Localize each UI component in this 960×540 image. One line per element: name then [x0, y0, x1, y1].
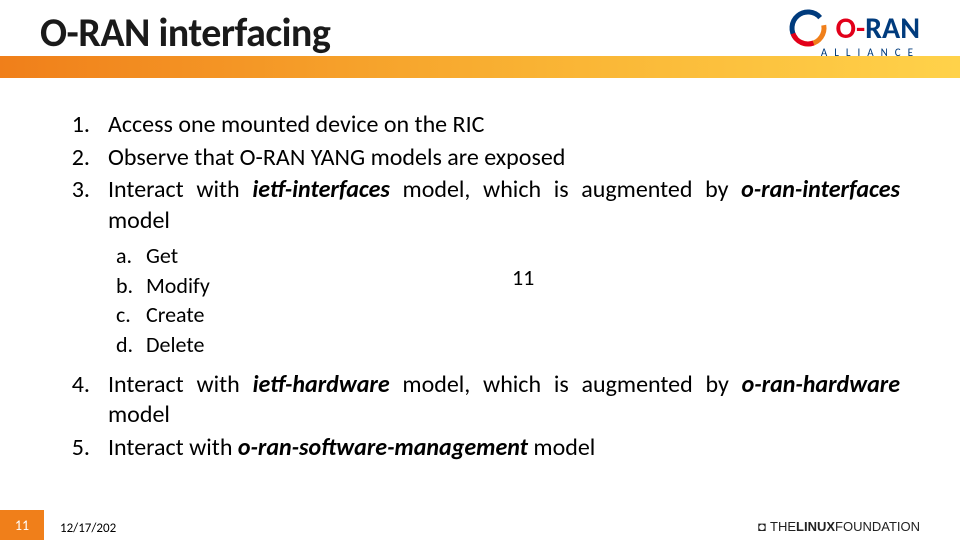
sub-item: c.Create [116, 300, 900, 330]
page-number: 11 [0, 510, 44, 540]
slide-title: O-RAN interfacing [40, 8, 330, 57]
sub-item: b.Modify [116, 271, 900, 301]
item-number: 2. [68, 143, 108, 174]
logo-row: O-RAN [786, 6, 920, 50]
sub-item: d.Delete [116, 330, 900, 360]
list-item: 4. Interact with ietf-hardware model, wh… [68, 370, 900, 431]
item-number: 3. [68, 175, 108, 236]
footer-date: 12/17/202 [60, 521, 116, 536]
stray-number: 11 [512, 264, 534, 291]
main-list: 1. Access one mounted device on the RIC … [68, 110, 900, 237]
sub-item: a.Get [116, 241, 900, 271]
item-number: 4. [68, 370, 108, 431]
linux-foundation-logo: ◘ THELINUXFOUNDATION [758, 519, 920, 534]
footer: 11 12/17/202 ◘ THELINUXFOUNDATION [0, 510, 960, 540]
sub-letter: a. [116, 241, 146, 271]
item-number: 1. [68, 110, 108, 141]
list-item: 5. Interact with o-ran-software-manageme… [68, 433, 900, 464]
item-number: 5. [68, 433, 108, 464]
item-text: Observe that O-RAN YANG models are expos… [108, 143, 900, 174]
sub-text: Create [146, 300, 204, 330]
sub-text: Get [146, 241, 178, 271]
list-item: 2. Observe that O-RAN YANG models are ex… [68, 143, 900, 174]
item-text: Interact with ietf-hardware model, which… [108, 370, 900, 431]
sub-list: a.Get b.Modify c.Create d.Delete [116, 241, 900, 360]
lf-square-icon: ◘ [758, 519, 766, 534]
item-text: Access one mounted device on the RIC [108, 110, 900, 141]
header-gradient-bar [0, 56, 960, 78]
logo-dash: - [856, 10, 865, 47]
slide: O-RAN interfacing O-RAN ALLIANCE 1. Acce… [0, 0, 960, 540]
lf-found: FOUNDATION [835, 519, 920, 534]
sub-letter: c. [116, 300, 146, 330]
oran-logo: O-RAN ALLIANCE [786, 6, 920, 59]
lf-linux: LINUX [796, 519, 835, 534]
main-list-cont: 4. Interact with ietf-hardware model, wh… [68, 370, 900, 464]
oran-wordmark: O-RAN [836, 10, 920, 47]
list-item: 1. Access one mounted device on the RIC [68, 110, 900, 141]
item-text: Interact with o-ran-software-management … [108, 433, 900, 464]
logo-o: O [836, 10, 856, 47]
list-item: 3. Interact with ietf-interfaces model, … [68, 175, 900, 236]
header: O-RAN interfacing O-RAN ALLIANCE [0, 0, 960, 78]
swirl-icon [786, 6, 830, 50]
sub-text: Modify [146, 271, 210, 301]
sub-letter: d. [116, 330, 146, 360]
sub-letter: b. [116, 271, 146, 301]
sub-text: Delete [146, 330, 204, 360]
item-text: Interact with ietf-interfaces model, whi… [108, 175, 900, 236]
lf-the: THE [770, 519, 796, 534]
content: 1. Access one mounted device on the RIC … [68, 110, 900, 466]
logo-ran: RAN [865, 10, 920, 47]
